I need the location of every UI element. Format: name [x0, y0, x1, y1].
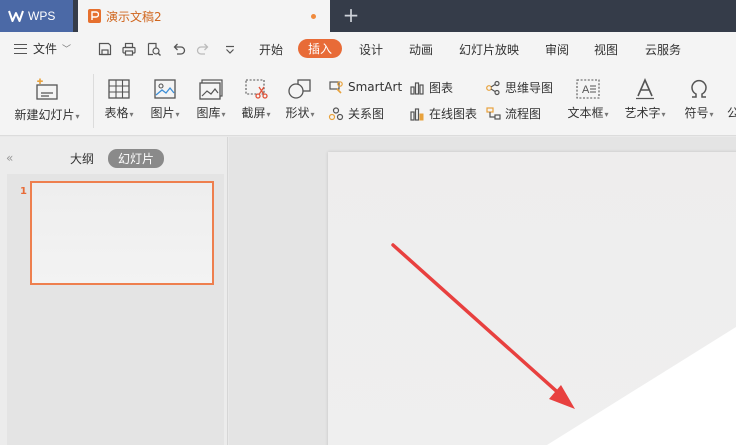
new-tab-button[interactable]: + — [340, 4, 362, 26]
menu-insert[interactable]: 插入 — [298, 39, 343, 58]
caret-down-icon: ▾ — [75, 112, 80, 121]
menu-view[interactable]: 视图 — [594, 41, 618, 58]
omega-symbol-icon — [691, 79, 707, 98]
caret-down-icon: ▾ — [604, 110, 609, 119]
menu-design[interactable]: 设计 — [359, 41, 383, 58]
formula-label: 公 — [727, 106, 736, 120]
white-page-corner — [547, 327, 736, 445]
red-arrow-icon — [391, 243, 575, 409]
slide-editing-canvas[interactable] — [229, 137, 736, 445]
annotation-arrow-overlay — [391, 243, 736, 445]
online-chart-icon — [410, 107, 424, 121]
menu-home[interactable]: 开始 — [259, 41, 283, 58]
customize-toolbar-icon[interactable] — [222, 41, 238, 57]
slide-navigation-panel: « 大纲 幻灯片 1 — [0, 137, 228, 445]
title-bar: WPS 演示文稿2 + — [0, 0, 736, 32]
insert-ribbon: 新建幻灯片▾ 表格▾ 图片▾ 图库▾ 截屏▾ 形状▾ SmartArt 关系图 … — [0, 66, 736, 136]
caret-down-icon: ▾ — [175, 110, 180, 119]
caret-down-icon: ▾ — [221, 110, 226, 119]
gallery-button[interactable]: 图库▾ — [192, 78, 230, 121]
presentation-doc-icon — [88, 9, 101, 23]
caret-down-icon: ▾ — [129, 110, 134, 119]
tab-outline[interactable]: 大纲 — [70, 150, 94, 167]
screenshot-label: 截屏 — [241, 106, 266, 120]
screenshot-scissors-icon — [245, 79, 268, 99]
tab-slides[interactable]: 幻灯片 — [108, 149, 165, 168]
gallery-label: 图库 — [196, 106, 221, 120]
shape-button[interactable]: 形状▾ — [281, 78, 319, 121]
menu-cloud-service[interactable]: 云服务 — [645, 41, 681, 58]
new-slide-label: 新建幻灯片 — [14, 108, 75, 122]
symbol-button[interactable]: 符号▾ — [680, 78, 718, 121]
bar-chart-icon — [410, 81, 424, 95]
mindmap-button[interactable]: 思维导图 — [485, 79, 553, 96]
relation-chart-icon — [328, 106, 344, 120]
picture-button[interactable]: 图片▾ — [146, 78, 184, 121]
new-slide-button[interactable]: 新建幻灯片▾ — [12, 78, 82, 123]
wps-logo-icon — [8, 10, 24, 22]
shape-label: 形状 — [285, 106, 310, 120]
menu-animation[interactable]: 动画 — [409, 41, 433, 58]
slide-thumbnail-list: 1 — [7, 174, 224, 445]
smartart-icon — [329, 81, 343, 94]
unsaved-dot-icon — [311, 14, 316, 19]
hamburger-icon — [14, 43, 27, 54]
screenshot-button[interactable]: 截屏▾ — [237, 78, 275, 121]
symbol-label: 符号 — [684, 106, 709, 120]
relation-chart-label: 关系图 — [348, 107, 385, 121]
document-tab[interactable]: 演示文稿2 — [78, 0, 330, 32]
smartart-label: SmartArt — [348, 80, 403, 94]
file-menu-button[interactable]: 文件 ﹀ — [14, 40, 71, 57]
print-icon[interactable] — [121, 41, 137, 57]
svg-text:A: A — [582, 84, 590, 96]
table-icon — [108, 79, 130, 99]
wps-home-tab[interactable]: WPS — [0, 0, 73, 32]
wordart-button[interactable]: 艺术字▾ — [620, 78, 670, 121]
textbox-icon: A — [576, 79, 600, 99]
print-preview-icon[interactable] — [146, 41, 162, 57]
flowchart-button[interactable]: 流程图 — [485, 105, 541, 122]
save-icon[interactable] — [97, 41, 113, 57]
shape-icon — [288, 79, 311, 99]
caret-down-icon: ▾ — [266, 110, 271, 119]
online-chart-button[interactable]: 在线图表 — [409, 105, 477, 122]
chevron-down-icon: ﹀ — [62, 45, 72, 55]
chart-label: 图表 — [429, 81, 454, 95]
undo-icon[interactable] — [171, 41, 187, 57]
menu-bar: 文件 ﹀ 开始 插入 设计 动画 幻灯片放映 审阅 视图 云服务 — [0, 32, 736, 66]
menu-review[interactable]: 审阅 — [545, 41, 569, 58]
formula-button[interactable]: 公 — [727, 78, 736, 121]
caret-down-icon: ▾ — [661, 110, 666, 119]
slide-thumbnail[interactable] — [30, 181, 214, 285]
app-name: WPS — [28, 9, 56, 23]
flowchart-icon — [486, 106, 501, 120]
mindmap-label: 思维导图 — [505, 81, 554, 95]
slide-number: 1 — [20, 186, 27, 197]
chart-button[interactable]: 图表 — [409, 79, 453, 96]
flowchart-label: 流程图 — [505, 107, 542, 121]
file-menu-label: 文件 — [33, 42, 58, 56]
document-title: 演示文稿2 — [106, 9, 162, 24]
textbox-button[interactable]: A 文本框▾ — [563, 78, 613, 121]
relation-chart-button[interactable]: 关系图 — [328, 105, 384, 122]
picture-label: 图片 — [150, 106, 175, 120]
redo-icon[interactable] — [195, 41, 211, 57]
new-slide-icon — [36, 78, 58, 100]
smartart-button[interactable]: SmartArt — [328, 79, 402, 95]
table-button[interactable]: 表格▾ — [102, 78, 136, 121]
wordart-icon — [636, 78, 654, 100]
collapse-panel-icon[interactable]: « — [6, 151, 13, 165]
menu-slideshow[interactable]: 幻灯片放映 — [459, 41, 519, 58]
mindmap-icon — [486, 80, 500, 95]
online-chart-label: 在线图表 — [429, 107, 478, 121]
caret-down-icon: ▾ — [310, 110, 315, 119]
picture-icon — [154, 79, 176, 99]
table-label: 表格 — [104, 106, 129, 120]
gallery-icon — [199, 79, 223, 100]
ribbon-divider — [93, 74, 94, 128]
wordart-label: 艺术字 — [624, 106, 661, 120]
caret-down-icon: ▾ — [709, 110, 714, 119]
textbox-label: 文本框 — [567, 106, 604, 120]
